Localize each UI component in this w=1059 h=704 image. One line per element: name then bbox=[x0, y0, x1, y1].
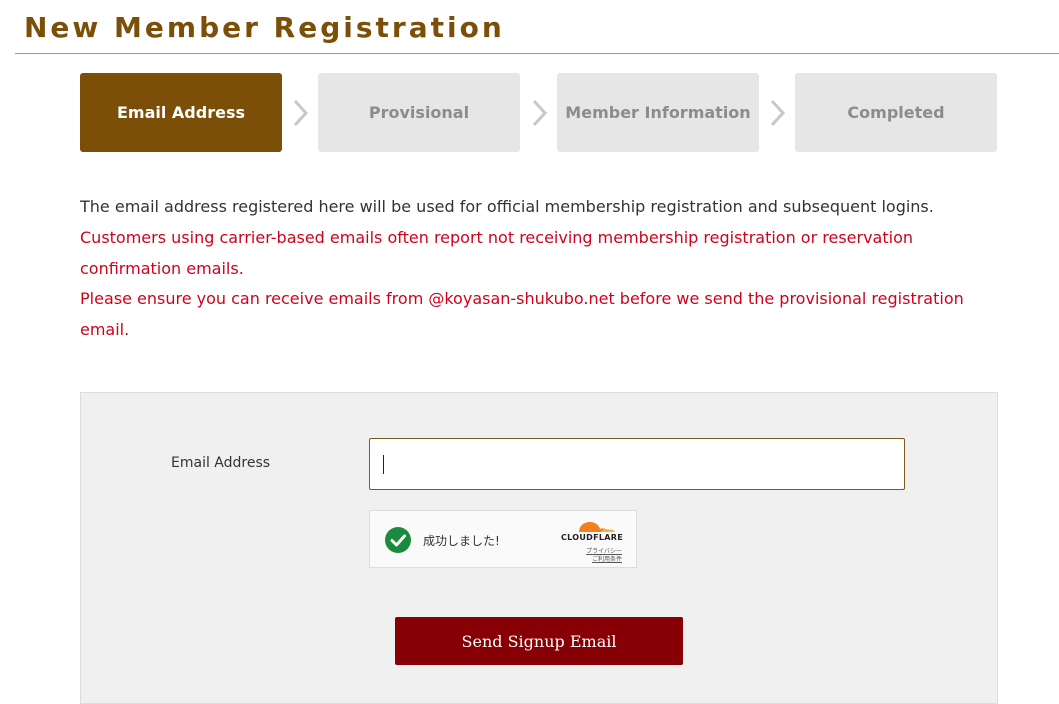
check-circle-icon bbox=[385, 527, 411, 553]
terms-link[interactable]: ご利用条件 bbox=[592, 554, 622, 563]
email-label: Email Address bbox=[171, 455, 271, 471]
notice-warning-carrier: Customers using carrier-based emails oft… bbox=[80, 227, 914, 278]
chevron-right-icon bbox=[293, 99, 309, 127]
step-provisional: Provisional bbox=[318, 73, 520, 152]
step-member-information: Member Information bbox=[557, 73, 759, 152]
send-signup-email-button[interactable]: Send Signup Email bbox=[395, 617, 683, 665]
title-divider bbox=[15, 53, 1059, 54]
page-title: New Member Registration bbox=[24, 11, 505, 44]
signup-form-panel: Email Address 成功しました! CLOUDFLARE プライバシー … bbox=[80, 392, 998, 704]
cloudflare-turnstile-widget[interactable]: 成功しました! CLOUDFLARE プライバシー ご利用条件 bbox=[369, 510, 637, 568]
notice-warning-domain: Please ensure you can receive emails fro… bbox=[80, 289, 964, 339]
text-caret bbox=[383, 455, 384, 474]
chevron-right-icon bbox=[770, 99, 786, 127]
step-label: Member Information bbox=[565, 103, 751, 122]
email-field[interactable] bbox=[369, 438, 905, 490]
chevron-right-icon bbox=[532, 99, 548, 127]
registration-notice: The email address registered here will b… bbox=[80, 192, 1000, 346]
step-label: Completed bbox=[847, 103, 945, 122]
step-completed: Completed bbox=[795, 73, 997, 152]
cloudflare-logo-text: CLOUDFLARE bbox=[561, 533, 623, 542]
captcha-status-text: 成功しました! bbox=[423, 534, 500, 548]
notice-info: The email address registered here will b… bbox=[80, 197, 934, 216]
step-email-address: Email Address bbox=[80, 73, 282, 152]
step-label: Email Address bbox=[116, 103, 245, 122]
step-label: Provisional bbox=[368, 103, 470, 122]
